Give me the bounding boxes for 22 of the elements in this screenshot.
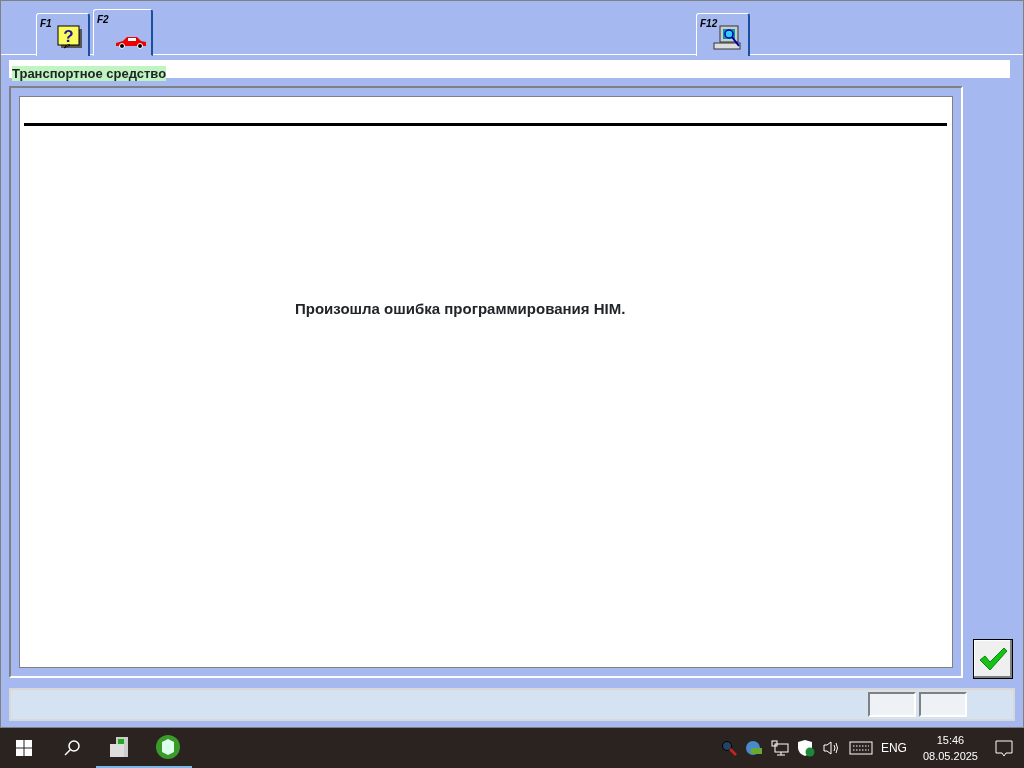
keyboard-icon[interactable] [848, 741, 873, 755]
notification-icon[interactable] [994, 738, 1014, 758]
windows-icon [16, 740, 32, 756]
globe-icon[interactable] [744, 740, 763, 756]
language-indicator[interactable]: ENG [880, 739, 907, 757]
clock[interactable]: 15:46 08.05.2025 [922, 732, 978, 764]
car-icon [115, 34, 147, 49]
network-icon[interactable] [770, 740, 789, 756]
question-mark: ? [63, 27, 74, 46]
function-key-tab[interactable]: F12 [696, 13, 750, 56]
confirm-button[interactable] [973, 639, 1013, 679]
checkmark-icon [978, 646, 1008, 672]
section-title: Транспортное средство [12, 66, 167, 81]
function-key-tab[interactable]: F1 ? [36, 13, 90, 56]
speaker-icon[interactable] [822, 740, 841, 756]
status-field [919, 692, 967, 717]
shield-icon[interactable] [796, 739, 815, 757]
status-field [868, 692, 916, 717]
magnifier-icon[interactable] [720, 740, 737, 756]
search-icon [63, 739, 81, 757]
function-key-tab[interactable]: F2 [93, 9, 153, 56]
error-message: Произошла ошибка программирования HIM. [295, 299, 626, 319]
